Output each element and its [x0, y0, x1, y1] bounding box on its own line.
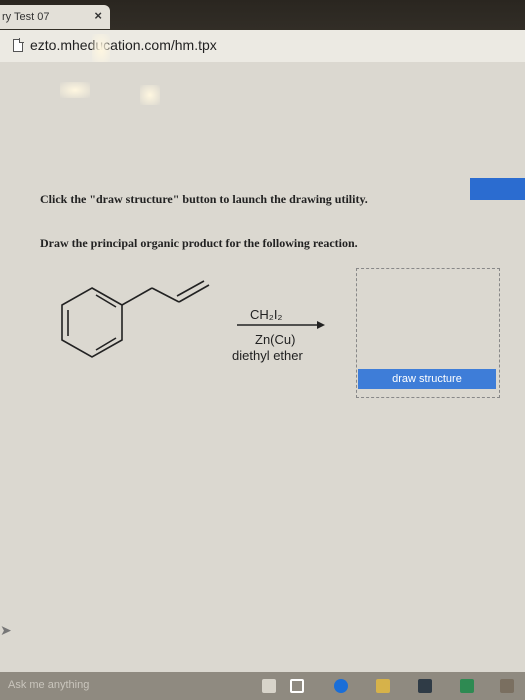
file-explorer-icon[interactable]: [376, 679, 390, 693]
reaction-arrow: [237, 321, 325, 329]
screen-glare: [140, 85, 160, 105]
screen-glare: [92, 34, 110, 64]
address-bar[interactable]: ezto.mheducation.com/hm.tpx: [0, 30, 525, 63]
url-text[interactable]: ezto.mheducation.com/hm.tpx: [30, 37, 217, 53]
browser-tab[interactable]: ry Test 07 ×: [0, 5, 110, 29]
bond-ch2: [121, 287, 153, 306]
app-icon[interactable]: [500, 679, 514, 693]
draw-structure-button[interactable]: draw structure: [358, 369, 496, 389]
reagent-zncu: Zn(Cu): [255, 332, 296, 347]
windows-taskbar: Ask me anything: [0, 672, 525, 700]
benzene-ring: [61, 287, 123, 358]
microphone-icon[interactable]: [262, 679, 276, 693]
cursor-arrow-icon: ➤: [0, 622, 12, 638]
screen-glare: [60, 82, 90, 98]
excel-icon[interactable]: [460, 679, 474, 693]
page-icon: [13, 38, 24, 52]
header-blue-bar: [470, 178, 525, 200]
instruction-draw: Draw the principal organic product for t…: [40, 236, 358, 250]
tab-close-icon[interactable]: ×: [94, 8, 102, 23]
reagent-solvent: diethyl ether: [232, 348, 303, 363]
store-icon[interactable]: [418, 679, 432, 693]
cortana-search-input[interactable]: Ask me anything: [8, 679, 89, 691]
edge-browser-icon[interactable]: [334, 679, 348, 693]
bond-alkene-second: [176, 280, 205, 297]
reactant-structure: [61, 280, 210, 358]
bond-alkene: [178, 284, 210, 303]
task-view-icon[interactable]: [290, 679, 304, 693]
tab-title: ry Test 07: [2, 11, 50, 23]
instruction-launch: Click the "draw structure" button to lau…: [40, 192, 368, 206]
bond-vinyl: [151, 287, 180, 303]
